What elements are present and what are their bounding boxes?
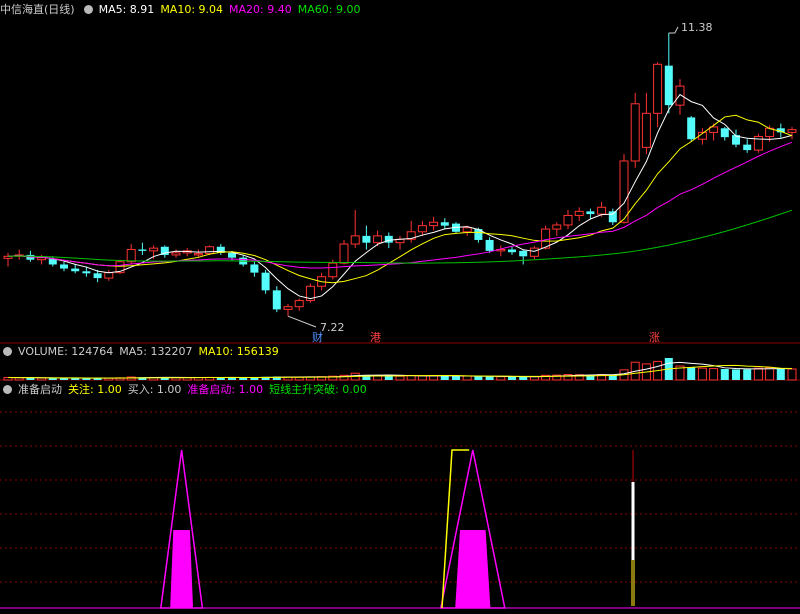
candle-body: [193, 253, 203, 256]
candle-body: [440, 222, 449, 226]
candle-body: [373, 235, 383, 244]
candle-body: [485, 239, 494, 251]
candle-body: [60, 264, 68, 269]
candle-body: [664, 65, 673, 106]
volume-bar: [384, 375, 393, 380]
candle-body: [328, 262, 338, 278]
volume-bar: [687, 367, 696, 380]
candle-body: [417, 225, 427, 233]
candle-body: [429, 221, 439, 227]
volume-bar: [753, 367, 763, 381]
volume-bar: [732, 369, 740, 380]
candle-body: [619, 160, 629, 223]
ma5-line: [7, 93, 793, 300]
volume-bar: [697, 367, 707, 381]
candle-body: [228, 252, 236, 258]
volume-bar: [239, 377, 248, 380]
candle-body: [71, 268, 80, 272]
volume-bar: [417, 375, 427, 381]
volume-bar: [440, 376, 449, 380]
marker-gang[interactable]: 港: [370, 331, 381, 344]
candle-body: [104, 272, 114, 279]
volume-bar: [462, 375, 472, 381]
candle-body: [362, 235, 371, 243]
candle-body: [462, 227, 472, 233]
volume-bar: [765, 367, 775, 381]
candle-body: [597, 206, 607, 215]
volume-bar: [709, 368, 719, 381]
candle-body: [283, 306, 293, 310]
mairu-signal-bar: [631, 482, 635, 560]
candle-body: [641, 112, 651, 148]
candle-body: [339, 243, 349, 264]
candle-body: [675, 85, 685, 106]
volume-bar: [787, 368, 797, 381]
candle-body: [586, 211, 595, 215]
candle-body: [294, 300, 304, 308]
volume-bar: [474, 376, 483, 380]
candle-body: [171, 252, 181, 256]
mairu-signal-base: [631, 560, 635, 606]
volume-bar: [485, 376, 494, 380]
candle-body: [350, 235, 360, 245]
volume-bar: [48, 378, 57, 380]
candle-body: [630, 103, 640, 162]
stock-chart[interactable]: 11.38 7.22 财 港 涨: [0, 0, 800, 614]
candle-body: [563, 214, 573, 226]
high-pointer: [668, 26, 679, 34]
candle-body: [508, 249, 516, 253]
volume-bar: [395, 375, 405, 381]
marker-zhang[interactable]: 涨: [649, 331, 660, 344]
candle-body: [126, 248, 136, 263]
candle-body: [608, 211, 617, 223]
volume-bar: [452, 376, 460, 380]
volume-bar: [429, 375, 439, 381]
ma10-line: [7, 114, 793, 284]
candle-body: [552, 224, 562, 230]
volume-bar: [776, 368, 785, 380]
candle-body: [574, 210, 584, 216]
volume-bar: [519, 376, 528, 380]
volume-bar: [496, 376, 506, 381]
vol-ma10-line: [7, 364, 793, 379]
candle-body: [272, 290, 281, 310]
low-pointer: [287, 315, 317, 328]
candle-body: [261, 272, 270, 291]
marker-cai[interactable]: 财: [312, 330, 323, 344]
candle-body: [653, 63, 663, 114]
zhunbei-fill: [170, 530, 194, 608]
zhunbei-fill: [455, 530, 491, 608]
candle-body: [48, 259, 57, 265]
high-price-label: 11.38: [681, 21, 713, 34]
candle-body: [529, 247, 539, 257]
candle-body: [250, 264, 259, 273]
volume-bar: [508, 376, 516, 380]
candle-body: [138, 249, 147, 251]
candle-body: [720, 128, 729, 138]
candle-body: [149, 247, 159, 252]
candle-body: [743, 144, 752, 151]
candle-body: [93, 273, 102, 279]
candle-body: [519, 250, 528, 257]
candle-body: [687, 117, 696, 140]
low-price-label: 7.22: [320, 321, 345, 334]
volume-bar: [26, 377, 35, 380]
candle-body: [82, 271, 91, 274]
volume-bar: [720, 369, 729, 380]
volume-bar: [37, 377, 47, 381]
candle-body: [205, 246, 215, 255]
volume-bar: [743, 369, 752, 380]
candle-body: [787, 129, 797, 133]
